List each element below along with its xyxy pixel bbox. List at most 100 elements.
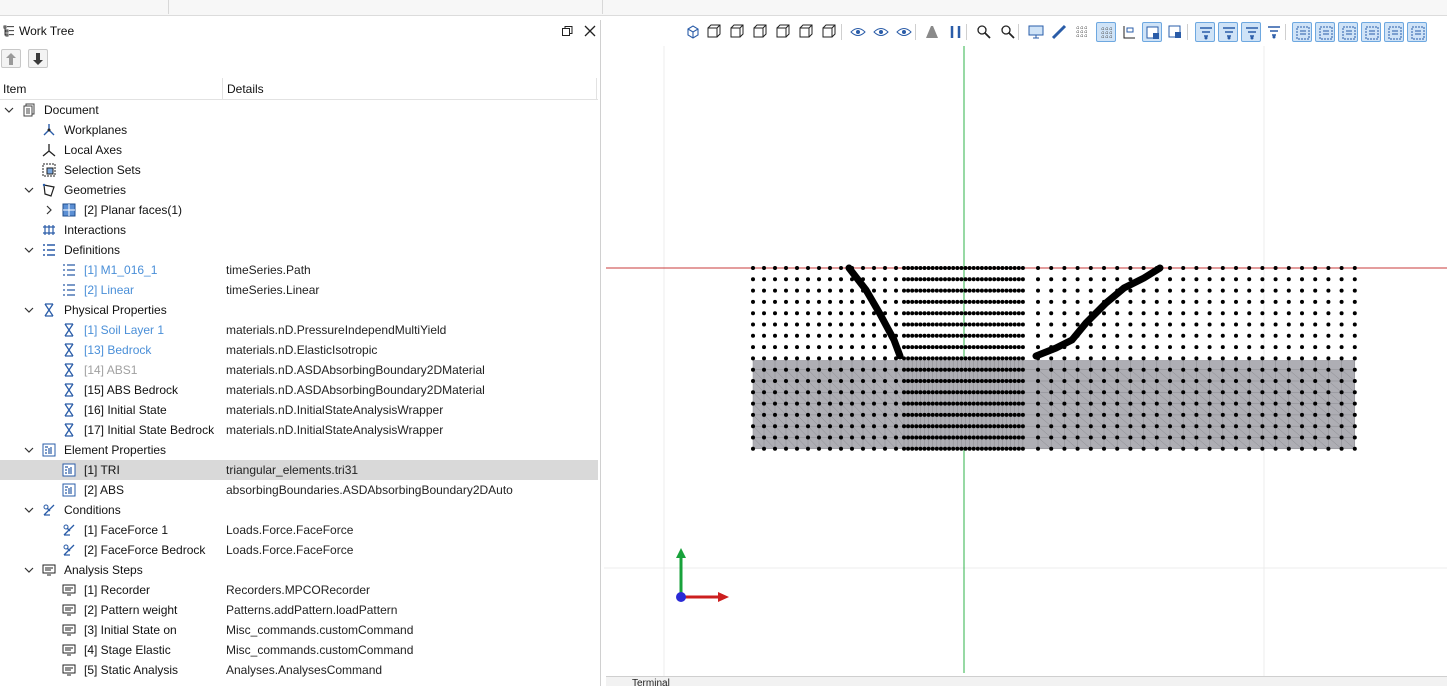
- tree-item-label: Physical Properties: [64, 303, 167, 317]
- tree-item-label: [2] Pattern weight: [84, 603, 178, 617]
- chevron-down-icon[interactable]: [24, 445, 34, 455]
- move-down-button[interactable]: [28, 49, 48, 68]
- tree-row[interactable]: [1] FaceForce 1 Loads.Force.FaceForce: [0, 520, 598, 540]
- tree-row[interactable]: [1] Recorder Recorders.MPCORecorder: [0, 580, 598, 600]
- tree-row[interactable]: Geometries: [0, 180, 598, 200]
- column-details-header[interactable]: Details: [227, 82, 264, 96]
- triad-x-arrow: [718, 592, 729, 602]
- tree-row[interactable]: Workplanes: [0, 120, 598, 140]
- filter-d-button[interactable]: [1264, 22, 1284, 42]
- select-add-icon: [1168, 25, 1181, 38]
- close-icon[interactable]: [583, 24, 597, 38]
- tree-row[interactable]: [14] ABS1 materials.nD.ASDAbsorbingBounda…: [0, 360, 598, 380]
- filter-a-icon: [1200, 27, 1212, 40]
- tree-row[interactable]: [2] Pattern weight Patterns.addPattern.lo…: [0, 600, 598, 620]
- pick-edge-button[interactable]: [1315, 22, 1335, 42]
- iso-view-button[interactable]: [683, 22, 703, 42]
- filter-c-button[interactable]: [1241, 22, 1261, 42]
- tree-row[interactable]: [2] Planar faces(1): [0, 200, 598, 220]
- filter-b-icon: [1223, 27, 1235, 40]
- select-add-button[interactable]: [1165, 22, 1185, 42]
- tree-row[interactable]: [2] ABS absorbingBoundaries.ASDAbsorbingB…: [0, 480, 598, 500]
- fit-all-button[interactable]: [974, 22, 994, 42]
- perspective-button[interactable]: [922, 22, 942, 42]
- tree-item-label: [4] Stage Elastic: [84, 643, 171, 657]
- tree-row[interactable]: [1] M1_016_1 timeSeries.Path: [0, 260, 598, 280]
- top-view-button[interactable]: [795, 22, 815, 42]
- restore-icon[interactable]: [562, 26, 573, 37]
- chevron-down-icon[interactable]: [4, 105, 14, 115]
- mesh-grid-button[interactable]: [1096, 22, 1116, 42]
- chevron-down-icon[interactable]: [24, 185, 34, 195]
- tree-row[interactable]: Analysis Steps: [0, 560, 598, 580]
- graphics-viewport[interactable]: [604, 18, 1447, 686]
- chevron-down-icon[interactable]: [24, 565, 34, 575]
- tree-row[interactable]: [1] Soil Layer 1 materials.nD.PressureInd…: [0, 320, 598, 340]
- move-up-button[interactable]: [1, 49, 21, 68]
- tree-row[interactable]: Element Properties: [0, 440, 598, 460]
- filter-b-button[interactable]: [1218, 22, 1238, 42]
- tree-row[interactable]: [15] ABS Bedrock materials.nD.ASDAbsorbin…: [0, 380, 598, 400]
- filter-a-button[interactable]: [1195, 22, 1215, 42]
- axis-labels-button[interactable]: [1119, 22, 1139, 42]
- zoom-icon: [1001, 25, 1015, 39]
- terminal-tab-label[interactable]: Terminal: [632, 678, 670, 689]
- analysis-step-icon: [62, 624, 76, 636]
- chevron-down-icon[interactable]: [24, 305, 34, 315]
- pick-node-button[interactable]: [1407, 22, 1427, 42]
- pick-element-button[interactable]: [1384, 22, 1404, 42]
- terminal-tab[interactable]: Terminal: [606, 676, 1447, 689]
- right-view-button[interactable]: [772, 22, 792, 42]
- bottom-view-button[interactable]: [818, 22, 838, 42]
- back-view-icon: [730, 24, 744, 38]
- tree-row[interactable]: [16] Initial State materials.nD.InitialSt…: [0, 400, 598, 420]
- tree-row[interactable]: [3] Initial State on Misc_commands.custom…: [0, 620, 598, 640]
- pick-solid-button[interactable]: [1361, 22, 1381, 42]
- tree-row[interactable]: Definitions: [0, 240, 598, 260]
- tree-item-details: materials.nD.PressureIndependMultiYield: [226, 323, 447, 337]
- tree-row[interactable]: [1] TRI triangular_elements.tri31: [0, 460, 598, 480]
- tree-row[interactable]: [17] Initial State Bedrock materials.nD.I…: [0, 420, 598, 440]
- tree-row[interactable]: Selection Sets: [0, 160, 598, 180]
- tree-item-label: [2] Linear: [84, 283, 135, 297]
- column-item-header[interactable]: Item: [3, 82, 26, 96]
- screenshot-button[interactable]: [1026, 22, 1046, 42]
- zoom-button[interactable]: [998, 22, 1018, 42]
- back-view-button[interactable]: [726, 22, 746, 42]
- parallel-button[interactable]: [946, 22, 966, 42]
- tree-row[interactable]: Conditions: [0, 500, 598, 520]
- tree-row[interactable]: [4] Stage Elastic Misc_commands.customCom…: [0, 640, 598, 660]
- grid-button[interactable]: [1072, 22, 1092, 42]
- tree-row[interactable]: [2] Linear timeSeries.Linear: [0, 280, 598, 300]
- chevron-down-icon[interactable]: [24, 245, 34, 255]
- tree-row[interactable]: Document: [0, 100, 598, 120]
- pick-vertex-button[interactable]: [1292, 22, 1312, 42]
- front-view-button[interactable]: [703, 22, 723, 42]
- pick-face-button[interactable]: [1338, 22, 1358, 42]
- scene-canvas[interactable]: [604, 18, 1447, 686]
- physical-property-icon: [64, 383, 74, 397]
- tree-row[interactable]: Physical Properties: [0, 300, 598, 320]
- tree-row[interactable]: [5] Static Analysis Analyses.AnalysesComm…: [0, 660, 598, 680]
- show-all-button[interactable]: [848, 22, 868, 42]
- chevron-down-icon[interactable]: [24, 505, 34, 515]
- tree-row[interactable]: Interactions: [0, 220, 598, 240]
- tree-row[interactable]: [2] FaceForce Bedrock Loads.Force.FaceFor…: [0, 540, 598, 560]
- tree-item-details: timeSeries.Path: [226, 263, 311, 277]
- hide-button[interactable]: [894, 22, 914, 42]
- analysis-step-icon: [62, 604, 76, 616]
- column-divider[interactable]: [596, 78, 597, 100]
- show-all-icon: [850, 28, 866, 36]
- chevron-right-icon[interactable]: [44, 205, 54, 215]
- tree-item-label: Local Axes: [64, 143, 123, 157]
- tree-row[interactable]: Local Axes: [0, 140, 598, 160]
- element-property-icon: [62, 463, 76, 477]
- tree-row[interactable]: [13] Bedrock materials.nD.ElasticIsotropi…: [0, 340, 598, 360]
- column-divider[interactable]: [222, 78, 223, 100]
- measure-button[interactable]: [1049, 22, 1069, 42]
- left-view-button[interactable]: [749, 22, 769, 42]
- select-box-button[interactable]: [1142, 22, 1162, 42]
- show-button[interactable]: [871, 22, 891, 42]
- tree-item-label: Document: [44, 103, 99, 117]
- tree-item-label: [1] M1_016_1: [84, 263, 158, 277]
